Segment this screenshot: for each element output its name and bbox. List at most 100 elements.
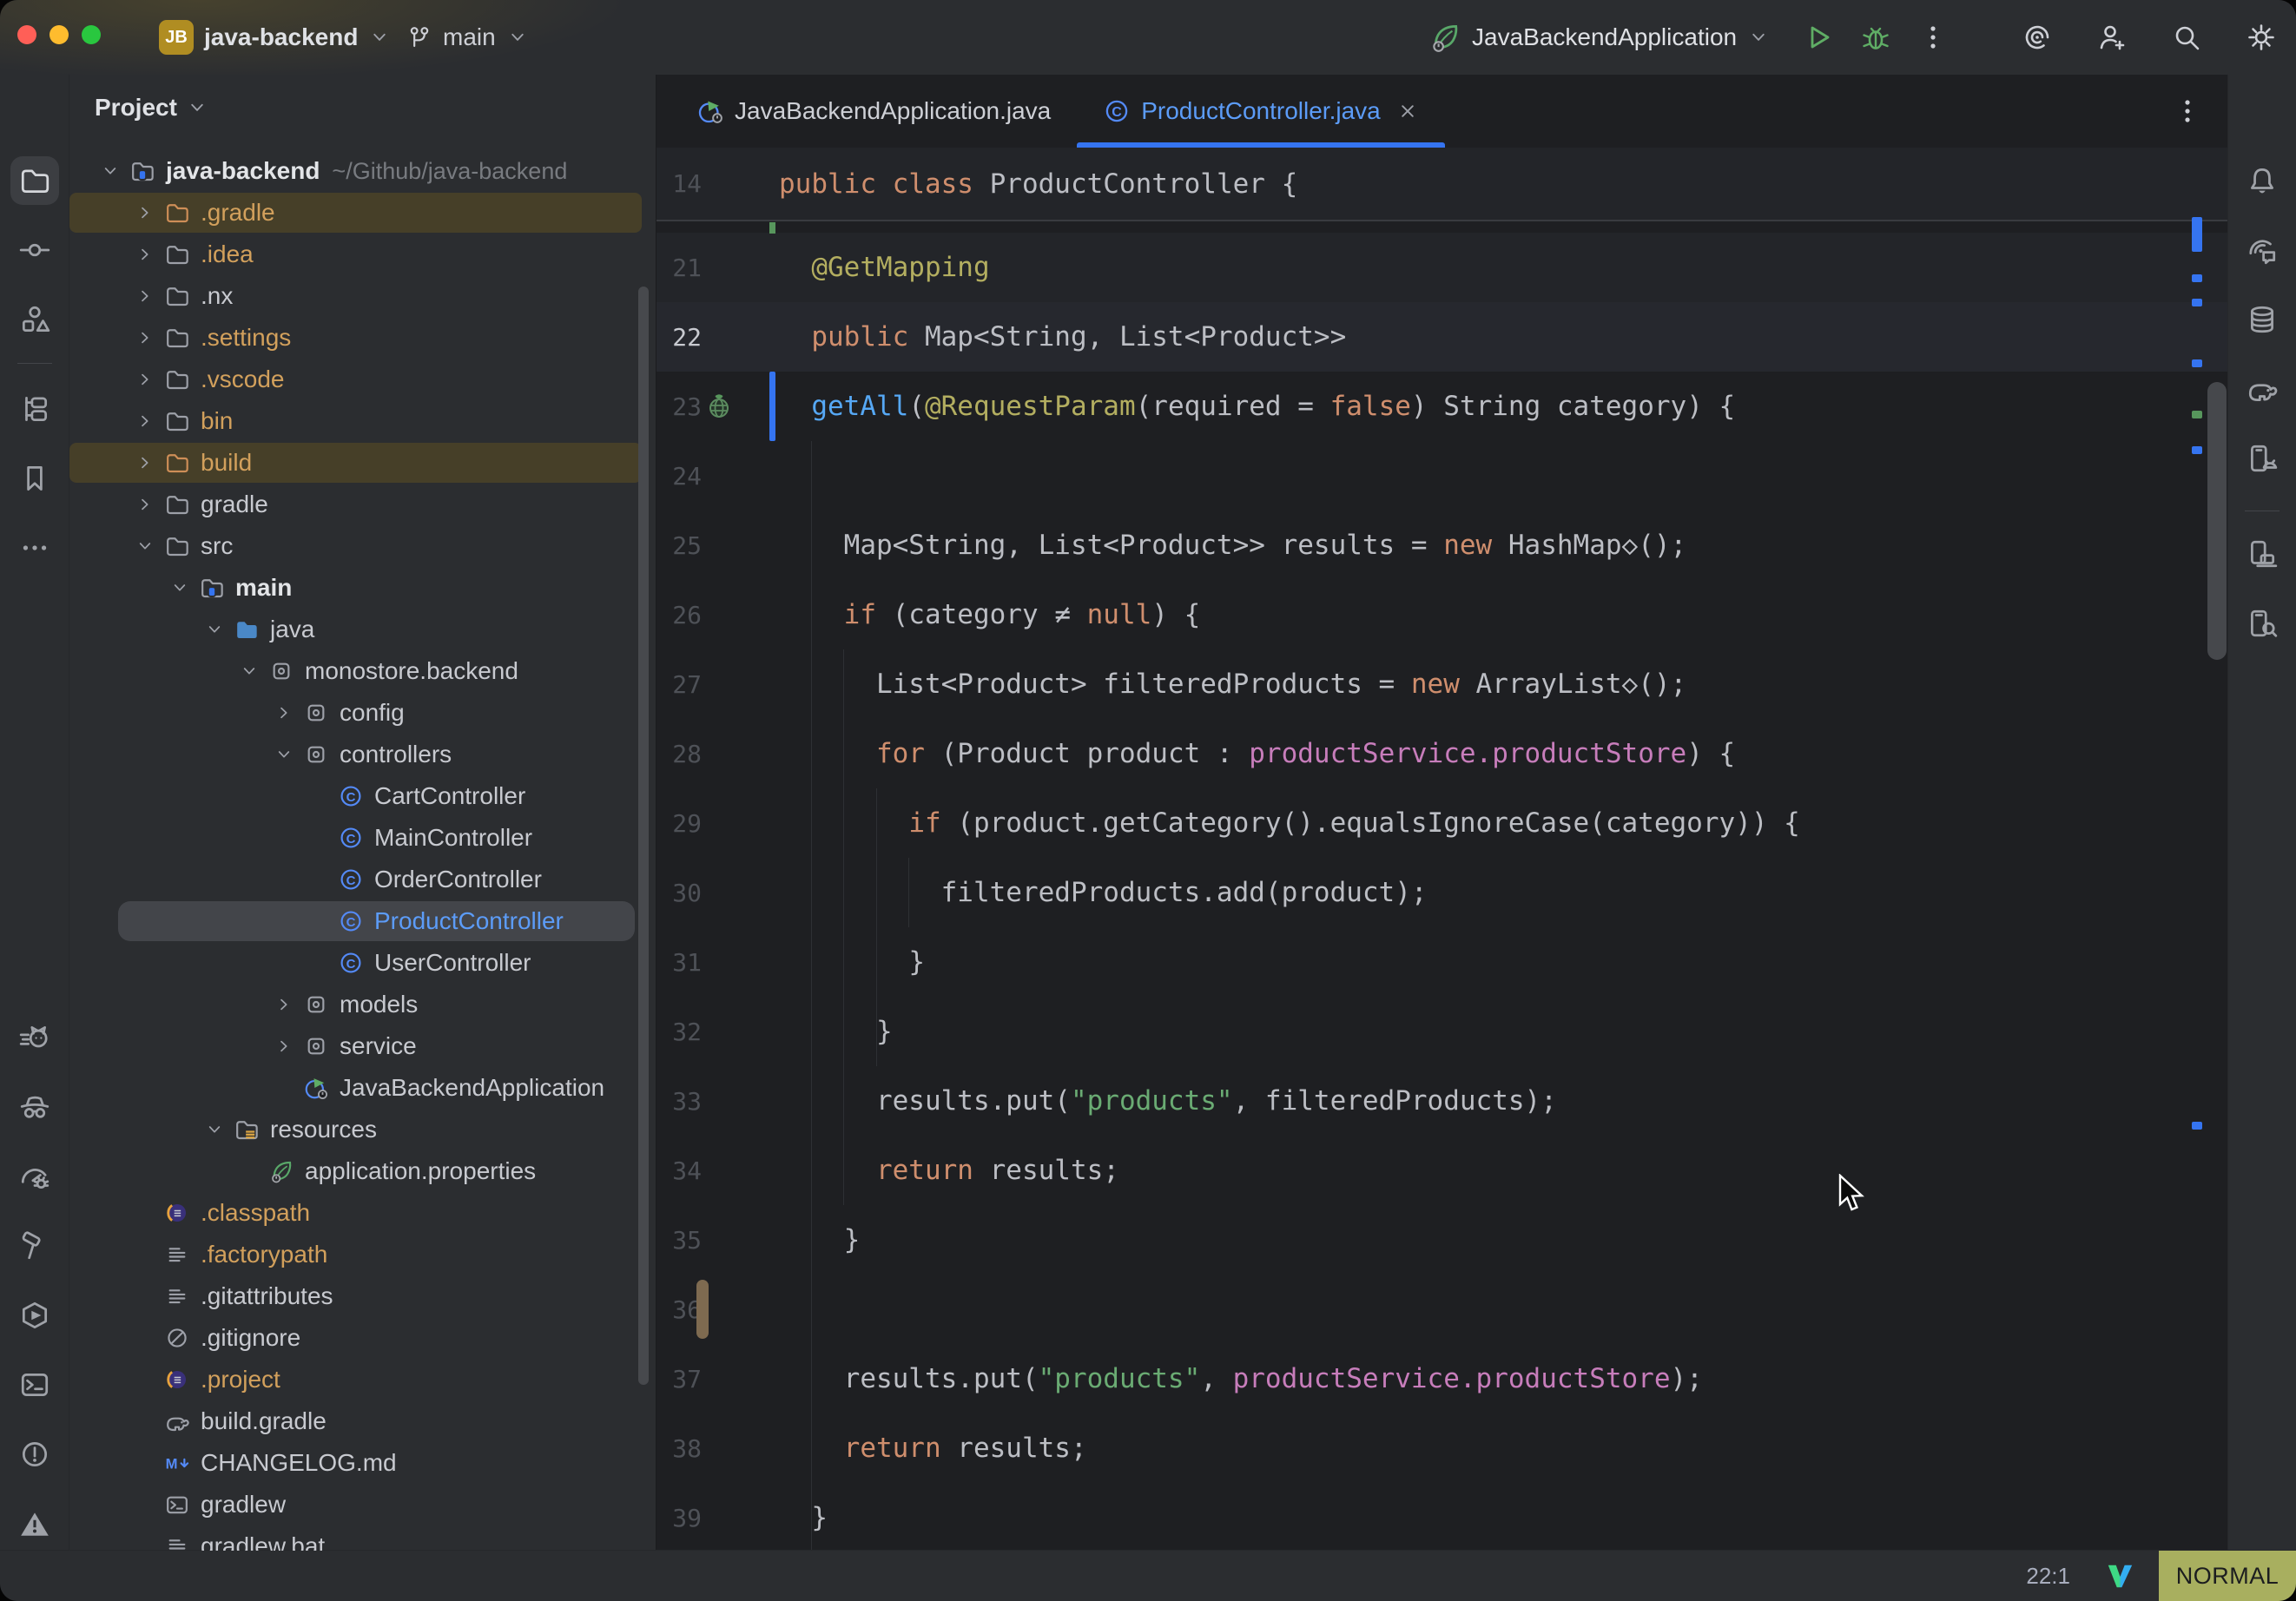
code-line-33[interactable]: 33 results.put("products", filteredProdu… <box>656 1066 2227 1136</box>
code-line-35[interactable]: 35 } <box>656 1205 2227 1275</box>
chevron-down-icon[interactable] <box>265 734 303 775</box>
chevron-right-icon[interactable] <box>126 275 164 317</box>
code-line-36[interactable]: 36 <box>656 1275 2227 1344</box>
code-line-38[interactable]: 38 return results; <box>656 1413 2227 1483</box>
tree-item-idea[interactable]: .idea <box>69 234 656 275</box>
build-tool-button[interactable] <box>10 1222 59 1270</box>
tree-item-config[interactable]: config <box>69 692 656 734</box>
tree-item-gitattributes[interactable]: .gitattributes <box>69 1275 656 1317</box>
chevron-right-icon[interactable] <box>265 692 303 734</box>
code-line-31[interactable]: 31 } <box>656 927 2227 997</box>
tree-item-build[interactable]: build <box>69 442 656 484</box>
code-line-30[interactable]: 30 filteredProducts.add(product); <box>656 858 2227 927</box>
tree-item-gradle[interactable]: gradle <box>69 484 656 525</box>
tree-item-monostore-backend[interactable]: monostore.backend <box>69 650 656 692</box>
chevron-right-icon[interactable] <box>126 234 164 275</box>
fold-separator[interactable] <box>656 220 2227 221</box>
tree-item-classpath[interactable]: .classpath <box>69 1192 656 1234</box>
tree-item-usercontroller[interactable]: CUserController <box>69 942 656 984</box>
tree-item-application-properties[interactable]: application.properties <box>69 1150 656 1192</box>
tree-item-settings[interactable]: .settings <box>69 317 656 359</box>
chevron-down-icon[interactable] <box>91 150 129 192</box>
close-window-button[interactable] <box>17 25 36 44</box>
chevron-down-icon[interactable] <box>161 567 199 609</box>
debug-button[interactable] <box>1860 22 1891 53</box>
tree-item-gradlew-bat[interactable]: gradlew.bat <box>69 1525 656 1551</box>
run-button[interactable] <box>1803 22 1834 53</box>
tree-item-bin[interactable]: bin <box>69 400 656 442</box>
services-tool-button[interactable] <box>10 1291 59 1340</box>
tree-item-gitignore[interactable]: .gitignore <box>69 1317 656 1359</box>
code-line-14[interactable]: 14public class ProductController { <box>656 148 2227 220</box>
tree-item-javabackendapplication[interactable]: JavaBackendApplication <box>69 1067 656 1109</box>
code-line-22[interactable]: 22 public Map<String, List<Product>> <box>656 302 2227 372</box>
chevron-down-icon[interactable] <box>195 609 234 650</box>
tree-item-ordercontroller[interactable]: COrderController <box>69 859 656 900</box>
code-line-37[interactable]: 37 results.put("products", productServic… <box>656 1344 2227 1413</box>
chevron-right-icon[interactable] <box>126 192 164 234</box>
chevron-right-icon[interactable] <box>126 359 164 400</box>
tree-item-gradlew[interactable]: gradlew <box>69 1484 656 1525</box>
code-line-21[interactable]: 21 @GetMapping <box>656 233 2227 302</box>
minimize-window-button[interactable] <box>49 25 69 44</box>
tab-close-icon[interactable] <box>1396 100 1419 122</box>
bookmarks-tool-button[interactable] <box>10 454 59 503</box>
code-line-23[interactable]: 23 getAll(@RequestParam(required = false… <box>656 372 2227 441</box>
commit-tool-button[interactable] <box>10 226 59 274</box>
tree-item-src[interactable]: src <box>69 525 656 567</box>
code-line-32[interactable]: 32 } <box>656 997 2227 1066</box>
editor-options-kebab-icon[interactable] <box>2172 96 2203 127</box>
run-configurations-tool-button[interactable] <box>10 385 59 433</box>
tree-item-vscode[interactable]: .vscode <box>69 359 656 400</box>
vcs-change-marker-blue[interactable] <box>769 372 775 441</box>
chevron-right-icon[interactable] <box>265 1025 303 1067</box>
notifications-tool-button[interactable] <box>10 1499 59 1548</box>
running-devices-tool-button[interactable] <box>2238 530 2286 578</box>
profiler-tool-button[interactable] <box>10 1152 59 1201</box>
tab-productcontroller-java[interactable]: CProductController.java <box>1077 75 1444 148</box>
rest-endpoint-globe-icon[interactable] <box>703 391 735 422</box>
chevron-down-icon[interactable] <box>126 525 164 567</box>
device-manager-tool-button[interactable] <box>2238 434 2286 483</box>
tree-item-project[interactable]: .project <box>69 1359 656 1400</box>
more-run-actions-button[interactable] <box>1917 22 1949 53</box>
tree-item-nx[interactable]: .nx <box>69 275 656 317</box>
tree-item-cartcontroller[interactable]: CCartController <box>69 775 656 817</box>
project-tree-scrollbar[interactable] <box>638 287 649 1385</box>
branch-selector[interactable]: main <box>406 0 529 75</box>
chevron-right-icon[interactable] <box>126 442 164 484</box>
vim-mode-badge[interactable]: NORMAL <box>2159 1551 2296 1601</box>
tree-item-resources[interactable]: resources <box>69 1109 656 1150</box>
chevron-right-icon[interactable] <box>126 400 164 442</box>
code-line-34[interactable]: 34 return results; <box>656 1136 2227 1205</box>
project-selector[interactable]: JB java-backend <box>159 0 391 75</box>
tree-item-productcontroller[interactable]: CProductController <box>69 900 656 942</box>
editor-scrollbar[interactable] <box>2207 382 2227 660</box>
problems-tool-button[interactable] <box>10 1430 59 1479</box>
search-everywhere-icon[interactable] <box>2171 22 2202 53</box>
run-configuration-selector[interactable]: JavaBackendApplication <box>1428 0 1949 75</box>
more-tool-windows-tool-button[interactable] <box>10 524 59 572</box>
tree-item-controllers[interactable]: controllers <box>69 734 656 775</box>
gradle-tool-button[interactable] <box>2238 365 2286 413</box>
tree-item-gradle[interactable]: .gradle <box>69 192 656 234</box>
code-line-24[interactable]: 24 <box>656 441 2227 511</box>
vcs-change-marker-tan[interactable] <box>696 1280 709 1339</box>
vcs-change-marker-green[interactable] <box>769 222 775 234</box>
chevron-right-icon[interactable] <box>265 984 303 1025</box>
chevron-right-icon[interactable] <box>126 484 164 525</box>
code-with-me-icon[interactable] <box>2096 22 2128 53</box>
incognito-tool-button[interactable] <box>10 1083 59 1131</box>
chevron-down-icon[interactable] <box>230 650 268 692</box>
ai-assistant-icon[interactable] <box>2022 22 2053 53</box>
database-tool-button[interactable] <box>2238 295 2286 344</box>
code-line-39[interactable]: 39 } <box>656 1483 2227 1551</box>
chevron-right-icon[interactable] <box>126 317 164 359</box>
tab-javabackendapplication-java[interactable]: JavaBackendApplication.java <box>670 75 1077 148</box>
code-line-29[interactable]: 29 if (product.getCategory().equalsIgnor… <box>656 788 2227 858</box>
terminal-tool-button[interactable] <box>10 1361 59 1409</box>
code-line-27[interactable]: 27 List<Product> filteredProducts = new … <box>656 649 2227 719</box>
tree-item-models[interactable]: models <box>69 984 656 1025</box>
code-line-28[interactable]: 28 for (Product product : productService… <box>656 719 2227 788</box>
settings-gear-icon[interactable] <box>2246 22 2277 53</box>
